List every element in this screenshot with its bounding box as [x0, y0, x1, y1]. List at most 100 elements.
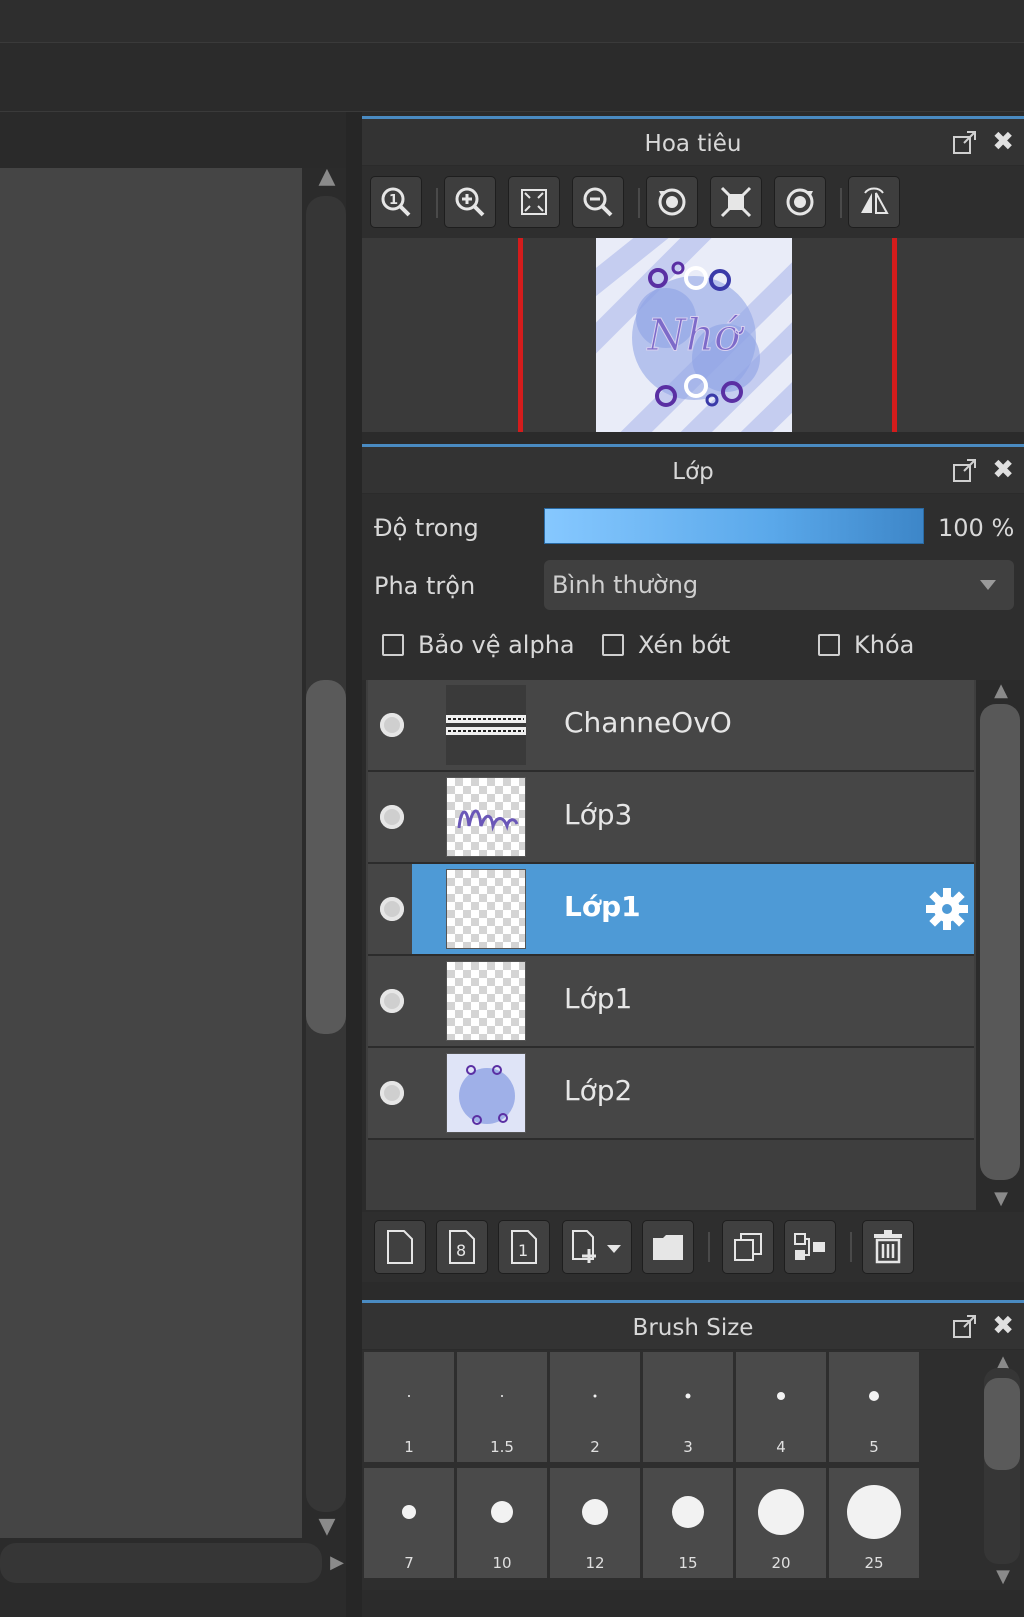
brush-size-cell[interactable]: 1 [364, 1352, 454, 1462]
brush-size-cell[interactable]: 1.5 [457, 1352, 547, 1462]
svg-text:8: 8 [456, 1241, 466, 1260]
layer-thumbnail [446, 961, 526, 1041]
fit-screen-icon [521, 189, 547, 215]
brush-size-cell[interactable]: 4 [736, 1352, 826, 1462]
new-8bit-layer-button[interactable]: 8 [436, 1220, 488, 1274]
layer-row[interactable]: Lớp3 [368, 772, 974, 864]
close-icon[interactable]: ✖ [992, 127, 1014, 157]
new-folder-icon [653, 1235, 683, 1260]
flip-horizontal-icon [861, 187, 889, 214]
close-icon[interactable]: ✖ [992, 1311, 1014, 1341]
brush-dot-icon [402, 1505, 416, 1519]
brush-size-cell[interactable]: 15 [643, 1468, 733, 1578]
rotate-right-button[interactable] [774, 176, 826, 228]
brush-size-cell[interactable]: 12 [550, 1468, 640, 1578]
panel-splitter[interactable] [346, 112, 362, 1617]
toolbar-separator [840, 188, 842, 218]
popout-icon[interactable] [952, 1313, 978, 1339]
blend-mode-select[interactable]: Bình thường [544, 560, 1014, 610]
popout-icon[interactable] [952, 129, 978, 155]
layer-thumbnail [446, 1053, 526, 1133]
layer-scroll-down-arrow-icon[interactable]: ▼ [986, 1188, 1016, 1210]
close-icon[interactable]: ✖ [992, 455, 1014, 485]
new-folder-button[interactable] [642, 1220, 694, 1274]
brush-size-cell[interactable]: 2 [550, 1352, 640, 1462]
zoom-actual-button[interactable]: 1 [370, 176, 422, 228]
new-layer-icon [387, 1230, 413, 1264]
toolbar-area [0, 43, 1024, 112]
layer-name: ChanneOvO [564, 706, 732, 739]
brush-size-cell[interactable]: 7 [364, 1468, 454, 1578]
brush-size-panel-header: Brush Size ✖ [362, 1300, 1024, 1349]
duplicate-layer-button[interactable] [722, 1220, 774, 1274]
layer-thumbnail [446, 685, 526, 765]
brush-size-cell[interactable]: 5 [829, 1352, 919, 1462]
canvas-header [0, 112, 350, 168]
fit-window-icon [720, 186, 752, 218]
zoom-actual-icon: 1 [381, 187, 411, 217]
view-bound-left [518, 238, 523, 432]
brush-size-label: 5 [869, 1438, 879, 1456]
layer-scroll-up-arrow-icon[interactable]: ▲ [986, 680, 1016, 702]
add-layer-dropdown-button[interactable] [562, 1220, 632, 1274]
layer-row[interactable]: ChanneOvO [368, 680, 974, 772]
brush-size-label: 1.5 [490, 1438, 514, 1456]
zoom-out-button[interactable] [572, 176, 624, 228]
brush-size-label: 2 [590, 1438, 600, 1456]
flip-horizontal-button[interactable] [848, 176, 900, 228]
menu-bar [0, 0, 1024, 43]
brush-dot-icon [777, 1392, 785, 1400]
visibility-toggle-icon[interactable] [380, 1081, 404, 1105]
canvas-vertical-scroll-thumb[interactable] [306, 680, 346, 1034]
drawing-canvas[interactable] [0, 168, 302, 1538]
merge-down-button[interactable] [784, 1220, 836, 1274]
brush-size-label: 25 [864, 1554, 884, 1572]
preview-lettering: Nhớ [646, 310, 745, 361]
fit-window-button[interactable] [710, 176, 762, 228]
layer-list-scrollbar[interactable] [980, 704, 1020, 1180]
brush-size-cell[interactable]: 20 [736, 1468, 826, 1578]
clipping-checkbox[interactable] [602, 634, 624, 656]
zoom-in-button[interactable] [444, 176, 496, 228]
opacity-label: Độ trong [374, 514, 479, 542]
layer-row[interactable]: Lớp2 [368, 1048, 974, 1140]
brush-scroll-down-arrow-icon[interactable]: ▼ [988, 1566, 1018, 1588]
brush-dot-icon [685, 1393, 691, 1399]
brush-size-cell[interactable]: 3 [643, 1352, 733, 1462]
brush-size-label: 7 [404, 1554, 414, 1572]
canvas-scroll-down-arrow-icon[interactable]: ▼ [312, 1516, 342, 1538]
rotate-left-button[interactable] [646, 176, 698, 228]
blend-mode-value: Bình thường [552, 571, 699, 599]
brush-size-cell[interactable]: 25 [829, 1468, 919, 1578]
delete-layer-button[interactable] [862, 1220, 914, 1274]
toolbar-separator [708, 1232, 710, 1262]
layer-row-selected[interactable]: Lớp1 [368, 864, 974, 956]
brush-dot-icon [869, 1391, 879, 1401]
lock-checkbox[interactable] [818, 634, 840, 656]
layer-panel-title: Lớp [672, 459, 714, 485]
layer-panel-header: Lớp ✖ [362, 444, 1024, 493]
visibility-toggle-icon[interactable] [380, 897, 404, 921]
brush-size-cell[interactable]: 10 [457, 1468, 547, 1578]
fit-screen-button[interactable] [508, 176, 560, 228]
visibility-toggle-icon[interactable] [380, 989, 404, 1013]
visibility-toggle-icon[interactable] [380, 713, 404, 737]
canvas-horizontal-scrollbar[interactable] [0, 1543, 322, 1583]
new-1bit-layer-button[interactable]: 1 [498, 1220, 550, 1274]
opacity-slider[interactable] [544, 508, 924, 544]
new-layer-button[interactable] [374, 1220, 426, 1274]
popout-icon[interactable] [952, 457, 978, 483]
brush-size-title: Brush Size [632, 1315, 754, 1341]
visibility-toggle-icon[interactable] [380, 805, 404, 829]
navigator-canvas-preview[interactable]: Nhớ [596, 238, 792, 432]
canvas-scroll-up-arrow-icon[interactable]: ▲ [312, 166, 342, 188]
gear-icon[interactable] [924, 886, 970, 932]
layer-row[interactable]: Lớp1 [368, 956, 974, 1048]
delete-layer-icon [874, 1230, 902, 1264]
brush-size-scroll-thumb[interactable] [984, 1378, 1020, 1470]
rotate-right-icon [786, 188, 814, 216]
clipping-label: Xén bớt [638, 631, 731, 659]
protect-alpha-checkbox[interactable] [382, 634, 404, 656]
new-8bit-layer-icon: 8 [449, 1230, 475, 1264]
brush-dot-icon [593, 1394, 597, 1398]
